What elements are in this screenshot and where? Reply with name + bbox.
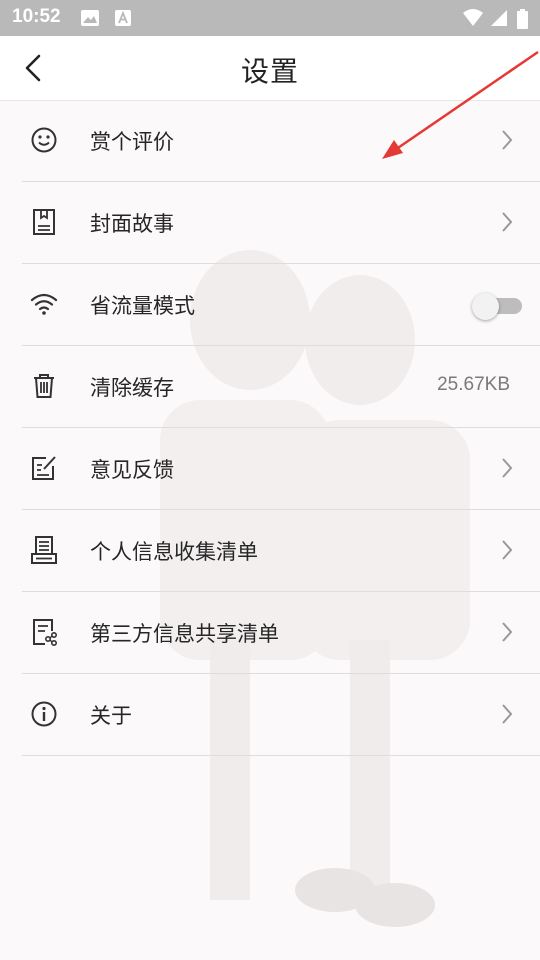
chevron-right-icon	[502, 622, 513, 642]
cell-signal-icon	[491, 10, 507, 26]
bookmark-icon	[33, 209, 55, 235]
info-icon	[31, 701, 57, 727]
status-bar: 10:52	[0, 0, 540, 36]
printer-icon	[31, 536, 57, 564]
chevron-right-icon	[502, 540, 513, 560]
battery-icon	[517, 9, 528, 29]
status-time: 10:52	[12, 6, 61, 27]
chevron-right-icon	[502, 212, 513, 232]
header-bar: 设置	[0, 36, 540, 101]
chevron-right-icon	[502, 458, 513, 478]
settings-item-label: 个人信息收集清单	[90, 540, 258, 564]
settings-item-personal-info-list[interactable]: 个人信息收集清单	[22, 510, 540, 592]
edit-note-icon	[32, 456, 56, 480]
settings-item-about[interactable]: 关于	[22, 674, 540, 756]
page-title: 设置	[240, 55, 299, 88]
smiley-icon	[31, 127, 57, 153]
settings-item-label: 意见反馈	[90, 458, 174, 482]
cache-size-value: 25.67KB	[437, 374, 510, 395]
settings-item-label: 清除缓存	[90, 376, 174, 400]
chevron-right-icon	[502, 704, 513, 724]
settings-item-cover-story[interactable]: 封面故事	[22, 182, 540, 264]
settings-item-label: 赏个评价	[90, 130, 174, 154]
settings-item-clear-cache[interactable]: 清除缓存 25.67KB	[22, 346, 540, 428]
chevron-right-icon	[502, 130, 513, 150]
trash-icon	[34, 374, 54, 398]
settings-item-feedback[interactable]: 意见反馈	[22, 428, 540, 510]
wifi-icon	[30, 293, 58, 315]
text-notification-icon	[115, 10, 131, 26]
share-document-icon	[33, 619, 57, 646]
gallery-icon	[81, 10, 99, 26]
settings-item-rate[interactable]: 赏个评价	[22, 100, 540, 182]
settings-item-data-saver[interactable]: 省流量模式	[22, 264, 540, 346]
data-saver-toggle[interactable]	[472, 291, 524, 320]
settings-item-third-party-list[interactable]: 第三方信息共享清单	[22, 592, 540, 674]
settings-item-label: 第三方信息共享清单	[90, 622, 279, 646]
wifi-signal-icon	[463, 9, 483, 26]
settings-item-label: 省流量模式	[90, 294, 195, 318]
settings-list: 赏个评价 封面故事 省流量模式 清除缓存 25.67KB 意见反馈 个人信息收集…	[0, 100, 540, 756]
settings-item-label: 关于	[90, 704, 132, 728]
toggle-thumb	[472, 293, 499, 320]
settings-item-label: 封面故事	[90, 212, 174, 236]
